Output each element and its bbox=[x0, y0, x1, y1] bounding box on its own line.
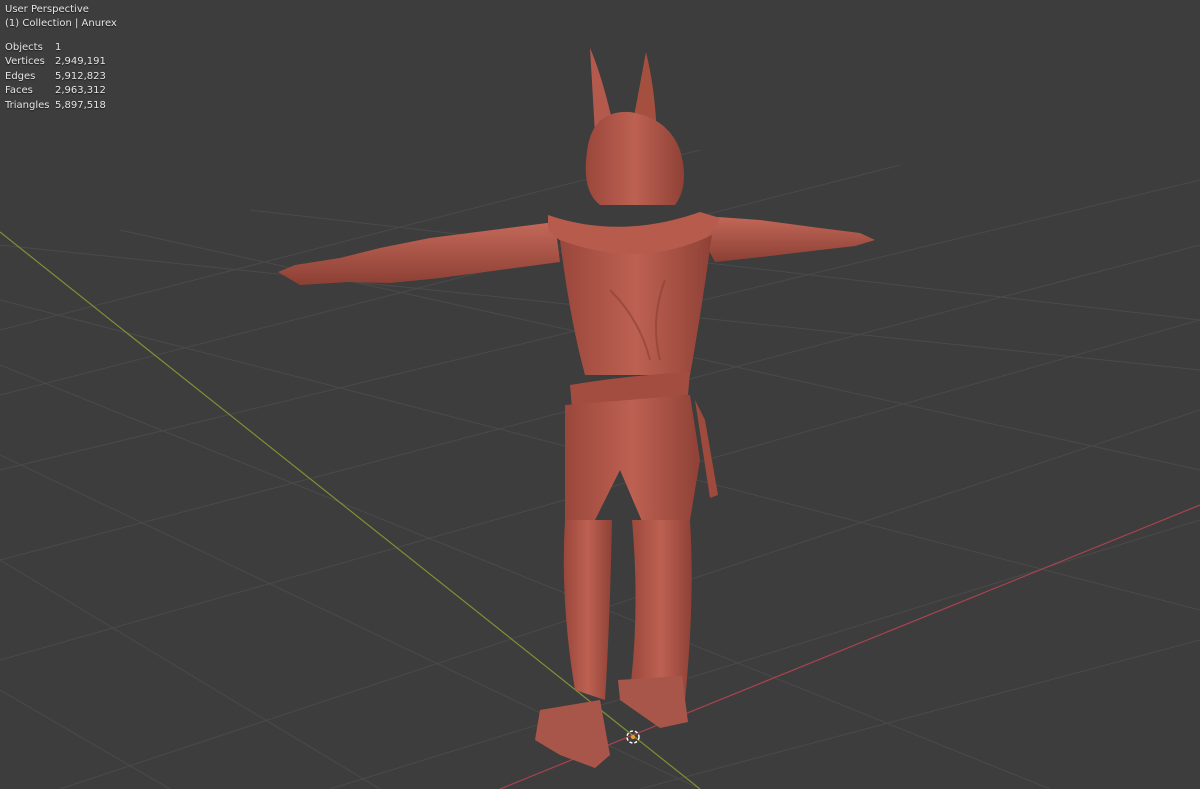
stat-label: Objects bbox=[5, 42, 43, 53]
collection-label: (1) Collection | Anurex bbox=[5, 18, 117, 29]
stat-label: Edges bbox=[5, 70, 36, 82]
view-name: User Perspective bbox=[5, 4, 89, 15]
stat-value: 1 bbox=[55, 42, 62, 53]
stat-row-objects: Objects 1 bbox=[5, 41, 106, 55]
stat-value: 5,912,823 bbox=[55, 70, 106, 82]
viewport-overlay: User Perspective (1) Collection | Anurex… bbox=[5, 3, 117, 113]
stat-row-triangles: Triangles 5,897,518 bbox=[5, 99, 106, 113]
stat-label: Triangles bbox=[5, 99, 50, 111]
stat-row-vertices: Vertices 2,949,191 bbox=[5, 55, 106, 69]
stat-label: Faces bbox=[5, 85, 33, 97]
stat-row-faces: Faces 2,963,312 bbox=[5, 84, 106, 98]
stat-value: 2,963,312 bbox=[55, 85, 106, 97]
3d-viewport[interactable]: User Perspective (1) Collection | Anurex… bbox=[0, 0, 1200, 789]
scene-statistics: Objects 1 Vertices 2,949,191 Edges 5,912… bbox=[5, 41, 106, 113]
3d-cursor-icon[interactable] bbox=[0, 0, 1200, 789]
stat-label: Vertices bbox=[5, 56, 45, 68]
stat-row-edges: Edges 5,912,823 bbox=[5, 70, 106, 84]
stat-value: 2,949,191 bbox=[55, 56, 106, 68]
stat-value: 5,897,518 bbox=[55, 99, 106, 111]
